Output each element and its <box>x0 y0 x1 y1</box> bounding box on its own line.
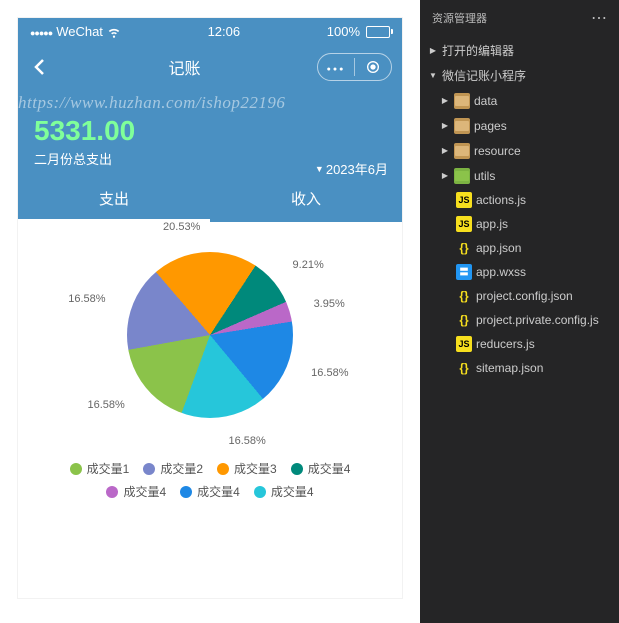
file-actions-js[interactable]: JSactions.js <box>420 188 619 212</box>
capsule-close-button[interactable] <box>355 54 391 80</box>
more-actions-button[interactable] <box>591 8 607 28</box>
json-file-icon <box>456 360 472 376</box>
menu-dots-icon <box>327 58 346 76</box>
legend-item: 成交量4 <box>254 483 314 500</box>
battery-percent: 100% <box>327 24 360 39</box>
chevron-down-icon: ▼ <box>315 164 324 174</box>
pie-slice-label: 16.58% <box>228 435 265 447</box>
tree-section-project[interactable]: 微信记账小程序 <box>420 63 619 88</box>
back-button[interactable] <box>28 55 52 79</box>
legend-label: 成交量4 <box>197 483 240 500</box>
nav-bar: 记账 <box>18 45 402 89</box>
capsule-menu-button[interactable] <box>318 54 354 80</box>
js-file-icon: JS <box>456 192 472 208</box>
carrier-label: WeChat <box>56 24 103 39</box>
file-tree: 打开的编辑器 微信记账小程序 data pages resource utils… <box>420 36 619 382</box>
file-project-config[interactable]: project.config.json <box>420 284 619 308</box>
json-file-icon <box>456 240 472 256</box>
legend-label: 成交量3 <box>234 460 277 477</box>
json-file-icon <box>456 288 472 304</box>
summary-panel: https://www.huzhan.com/ishop22196 5331.0… <box>18 89 402 222</box>
capsule-buttons <box>317 53 392 81</box>
vscode-explorer: 资源管理器 打开的编辑器 微信记账小程序 data pages resource… <box>420 0 619 623</box>
wifi-icon <box>107 25 121 39</box>
pie-labels: 16.58%16.58%20.53%9.21%3.95%16.58%16.58% <box>87 212 333 458</box>
watermark-text: https://www.huzhan.com/ishop22196 <box>18 93 402 113</box>
legend-label: 成交量4 <box>123 483 166 500</box>
js-file-icon: JS <box>456 336 472 352</box>
status-bar: WeChat 12:06 100% <box>18 18 402 45</box>
legend-label: 成交量2 <box>160 460 203 477</box>
chart-area: 16.58% 16.58% 20.53% 9.21% 3.95% 16.58% 16.58%… <box>18 222 402 598</box>
file-app-js[interactable]: JSapp.js <box>420 212 619 236</box>
legend-label: 成交量1 <box>87 460 130 477</box>
file-app-json[interactable]: app.json <box>420 236 619 260</box>
folder-resource[interactable]: resource <box>420 138 619 163</box>
folder-pages[interactable]: pages <box>420 113 619 138</box>
pie-slice-label: 3.95% <box>314 298 345 310</box>
legend-item: 成交量2 <box>143 460 203 477</box>
pie-slice-label: 20.53% <box>163 221 200 233</box>
legend-swatch <box>180 486 192 498</box>
legend-item: 成交量4 <box>291 460 351 477</box>
legend-swatch <box>106 486 118 498</box>
month-label: 2023年6月 <box>326 159 388 178</box>
pie-slice-label: 16.58% <box>311 367 348 379</box>
pie-slice-label: 16.58% <box>87 399 124 411</box>
folder-data[interactable]: data <box>420 88 619 113</box>
folder-icon <box>454 118 470 134</box>
tree-section-open-editors[interactable]: 打开的编辑器 <box>420 38 619 63</box>
wechat-devtools-preview: WeChat 12:06 100% 记账 https://www.huzhan.… <box>0 0 420 623</box>
signal-dots-icon <box>30 24 52 39</box>
folder-icon <box>454 168 470 184</box>
pie-slice-label: 16.58% <box>68 293 105 305</box>
legend-item: 成交量1 <box>70 460 130 477</box>
legend-item: 成交量4 <box>106 483 166 500</box>
page-title: 记账 <box>52 55 317 79</box>
phone-screen: WeChat 12:06 100% 记账 https://www.huzhan.… <box>18 18 402 598</box>
js-file-icon: JS <box>456 216 472 232</box>
wxss-file-icon: 〓 <box>456 264 472 280</box>
legend-item: 成交量4 <box>180 483 240 500</box>
legend-swatch <box>291 463 303 475</box>
legend-swatch <box>217 463 229 475</box>
legend-swatch <box>254 486 266 498</box>
file-app-wxss[interactable]: 〓app.wxss <box>420 260 619 284</box>
total-amount: 5331.00 <box>34 115 386 147</box>
month-picker[interactable]: ▼ 2023年6月 <box>315 159 388 178</box>
file-project-private-config[interactable]: project.private.config.js <box>420 308 619 332</box>
battery-icon <box>366 26 390 38</box>
legend-swatch <box>143 463 155 475</box>
folder-utils[interactable]: utils <box>420 163 619 188</box>
folder-icon <box>454 143 470 159</box>
legend-item: 成交量3 <box>217 460 277 477</box>
folder-icon <box>454 93 470 109</box>
legend-swatch <box>70 463 82 475</box>
json-file-icon <box>456 312 472 328</box>
pie-slice-label: 9.21% <box>293 259 324 271</box>
file-reducers-js[interactable]: JSreducers.js <box>420 332 619 356</box>
legend-label: 成交量4 <box>308 460 351 477</box>
clock-label: 12:06 <box>208 24 241 39</box>
chart-legend: 成交量1 成交量2 成交量3 成交量4 成交量4 成交量4 成交量4 <box>28 460 392 500</box>
explorer-title: 资源管理器 <box>432 10 487 26</box>
file-sitemap-json[interactable]: sitemap.json <box>420 356 619 380</box>
target-icon <box>365 59 381 75</box>
legend-label: 成交量4 <box>271 483 314 500</box>
